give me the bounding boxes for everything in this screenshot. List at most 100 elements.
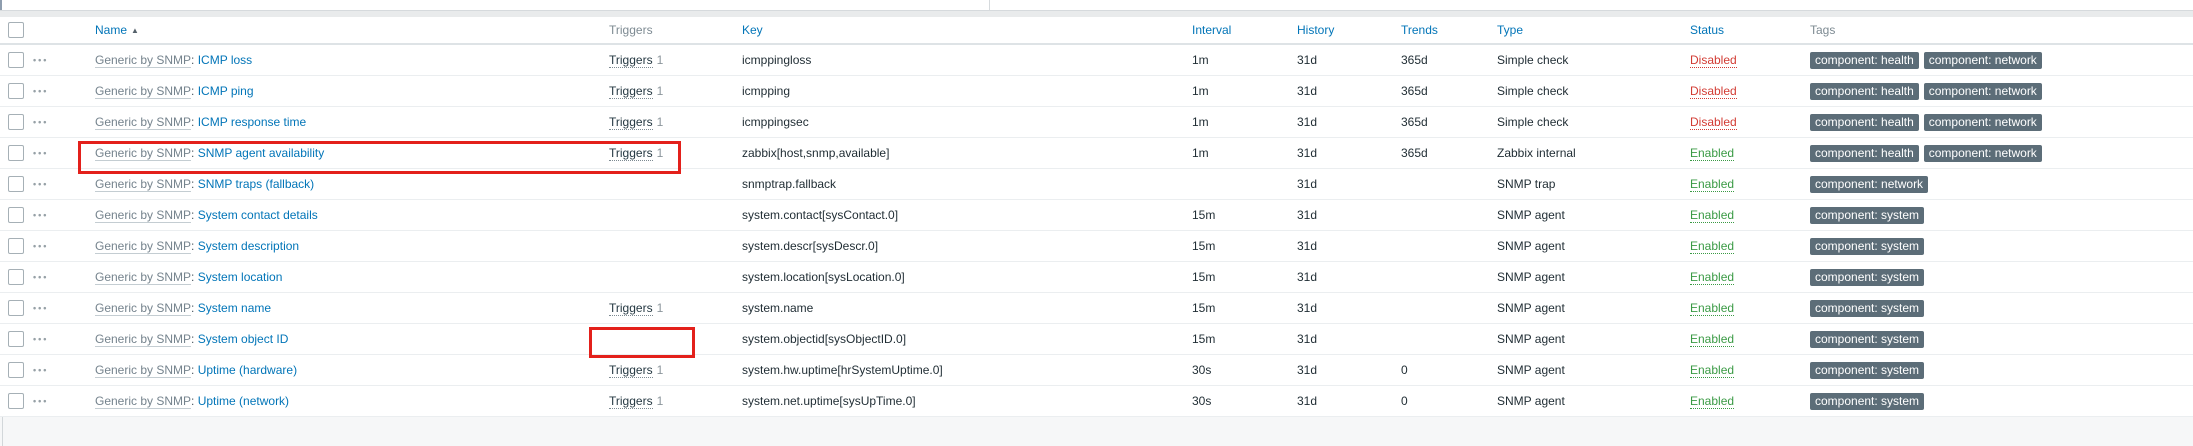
column-header-interval[interactable]: Interval bbox=[1192, 17, 1231, 43]
sort-link-history[interactable]: History bbox=[1297, 23, 1334, 37]
context-menu-icon[interactable]: ••• bbox=[33, 138, 48, 168]
column-header-history[interactable]: History bbox=[1297, 17, 1334, 43]
select-all-checkbox[interactable] bbox=[8, 22, 24, 38]
name-separator: : bbox=[191, 363, 198, 377]
item-link[interactable]: System contact details bbox=[198, 208, 318, 222]
row-checkbox[interactable] bbox=[8, 269, 24, 285]
context-menu-icon[interactable]: ••• bbox=[33, 107, 48, 137]
triggers-link[interactable]: Triggers bbox=[609, 363, 653, 378]
template-link[interactable]: Generic by SNMP bbox=[95, 208, 192, 223]
item-name-cell: Generic by SNMP: System name bbox=[95, 293, 271, 323]
name-separator: : bbox=[191, 239, 198, 253]
triggers-link[interactable]: Triggers bbox=[609, 84, 653, 99]
triggers-link[interactable]: Triggers bbox=[609, 146, 653, 161]
row-checkbox[interactable] bbox=[8, 145, 24, 161]
triggers-link[interactable]: Triggers bbox=[609, 115, 653, 130]
sort-link-trends[interactable]: Trends bbox=[1401, 23, 1438, 37]
context-menu-icon[interactable]: ••• bbox=[33, 76, 48, 106]
triggers-link[interactable]: Triggers bbox=[609, 53, 653, 68]
row-checkbox[interactable] bbox=[8, 176, 24, 192]
row-checkbox[interactable] bbox=[8, 331, 24, 347]
context-menu-icon[interactable]: ••• bbox=[33, 324, 48, 354]
status-link[interactable]: Enabled bbox=[1690, 270, 1735, 285]
status-link[interactable]: Enabled bbox=[1690, 332, 1735, 347]
status-link[interactable]: Enabled bbox=[1690, 146, 1735, 161]
sort-link-type[interactable]: Type bbox=[1497, 23, 1523, 37]
triggers-cell bbox=[609, 200, 613, 230]
status-link[interactable]: Enabled bbox=[1690, 177, 1735, 192]
item-link[interactable]: System description bbox=[198, 239, 299, 253]
tag-badge: component: health bbox=[1810, 52, 1919, 70]
template-link[interactable]: Generic by SNMP bbox=[95, 301, 192, 316]
context-menu-icon[interactable]: ••• bbox=[33, 200, 48, 230]
column-header-key[interactable]: Key bbox=[742, 17, 763, 43]
item-link[interactable]: System object ID bbox=[198, 332, 289, 346]
item-link[interactable]: ICMP loss bbox=[198, 53, 252, 67]
item-link[interactable]: Uptime (hardware) bbox=[198, 363, 297, 377]
context-menu-icon[interactable]: ••• bbox=[33, 169, 48, 199]
template-link[interactable]: Generic by SNMP bbox=[95, 146, 192, 161]
table-row: ••• Generic by SNMP: System name Trigger… bbox=[0, 293, 2193, 324]
context-menu-icon[interactable]: ••• bbox=[33, 45, 48, 75]
status-link[interactable]: Enabled bbox=[1690, 394, 1735, 409]
template-link[interactable]: Generic by SNMP bbox=[95, 394, 192, 409]
template-link[interactable]: Generic by SNMP bbox=[95, 270, 192, 285]
row-checkbox[interactable] bbox=[8, 207, 24, 223]
row-checkbox[interactable] bbox=[8, 393, 24, 409]
triggers-link[interactable]: Triggers bbox=[609, 394, 653, 409]
sort-link-status[interactable]: Status bbox=[1690, 23, 1724, 37]
row-checkbox[interactable] bbox=[8, 114, 24, 130]
item-link[interactable]: ICMP ping bbox=[198, 84, 254, 98]
status-link[interactable]: Enabled bbox=[1690, 301, 1735, 316]
triggers-link[interactable]: Triggers bbox=[609, 301, 653, 316]
template-link[interactable]: Generic by SNMP bbox=[95, 177, 192, 192]
column-header-type[interactable]: Type bbox=[1497, 17, 1523, 43]
sort-link-name[interactable]: Name bbox=[95, 23, 127, 37]
item-key: system.objectid[sysObjectID.0] bbox=[742, 332, 907, 346]
tags-cell: component: health component: network bbox=[1810, 107, 2047, 137]
tags-cell: component: system bbox=[1810, 355, 1929, 385]
top-panel-edge bbox=[0, 0, 2193, 11]
template-link[interactable]: Generic by SNMP bbox=[95, 239, 192, 254]
triggers-count: 1 bbox=[656, 53, 664, 67]
item-history: 31d bbox=[1297, 394, 1318, 408]
sort-link-interval[interactable]: Interval bbox=[1192, 23, 1231, 37]
column-header-name[interactable]: Name ▲ bbox=[95, 17, 139, 44]
template-link[interactable]: Generic by SNMP bbox=[95, 53, 192, 68]
status-link[interactable]: Enabled bbox=[1690, 208, 1735, 223]
item-key: system.location[sysLocation.0] bbox=[742, 270, 905, 284]
status-link[interactable]: Disabled bbox=[1690, 53, 1737, 68]
item-link[interactable]: SNMP agent availability bbox=[198, 146, 325, 160]
tags-cell: component: system bbox=[1810, 386, 1929, 416]
item-link[interactable]: ICMP response time bbox=[198, 115, 307, 129]
row-checkbox[interactable] bbox=[8, 300, 24, 316]
item-history: 31d bbox=[1297, 270, 1318, 284]
context-menu-icon[interactable]: ••• bbox=[33, 293, 48, 323]
item-link[interactable]: SNMP traps (fallback) bbox=[198, 177, 314, 191]
template-link[interactable]: Generic by SNMP bbox=[95, 363, 192, 378]
context-menu-icon[interactable]: ••• bbox=[33, 231, 48, 261]
template-link[interactable]: Generic by SNMP bbox=[95, 332, 192, 347]
row-checkbox[interactable] bbox=[8, 238, 24, 254]
item-link[interactable]: System location bbox=[198, 270, 283, 284]
context-menu-icon[interactable]: ••• bbox=[33, 355, 48, 385]
status-link[interactable]: Enabled bbox=[1690, 363, 1735, 378]
template-link[interactable]: Generic by SNMP bbox=[95, 84, 192, 99]
row-checkbox[interactable] bbox=[8, 362, 24, 378]
column-header-status[interactable]: Status bbox=[1690, 17, 1724, 43]
column-header-trends[interactable]: Trends bbox=[1401, 17, 1438, 43]
row-checkbox[interactable] bbox=[8, 52, 24, 68]
status-link[interactable]: Disabled bbox=[1690, 84, 1737, 99]
item-type: SNMP agent bbox=[1497, 239, 1565, 253]
context-menu-icon[interactable]: ••• bbox=[33, 386, 48, 416]
table-row: ••• Generic by SNMP: SNMP agent availabi… bbox=[0, 138, 2193, 169]
item-link[interactable]: System name bbox=[198, 301, 271, 315]
row-checkbox[interactable] bbox=[8, 83, 24, 99]
context-menu-icon[interactable]: ••• bbox=[33, 262, 48, 292]
status-link[interactable]: Disabled bbox=[1690, 115, 1737, 130]
template-link[interactable]: Generic by SNMP bbox=[95, 115, 192, 130]
sort-link-key[interactable]: Key bbox=[742, 23, 763, 37]
status-link[interactable]: Enabled bbox=[1690, 239, 1735, 254]
name-separator: : bbox=[191, 84, 198, 98]
item-link[interactable]: Uptime (network) bbox=[198, 394, 289, 408]
